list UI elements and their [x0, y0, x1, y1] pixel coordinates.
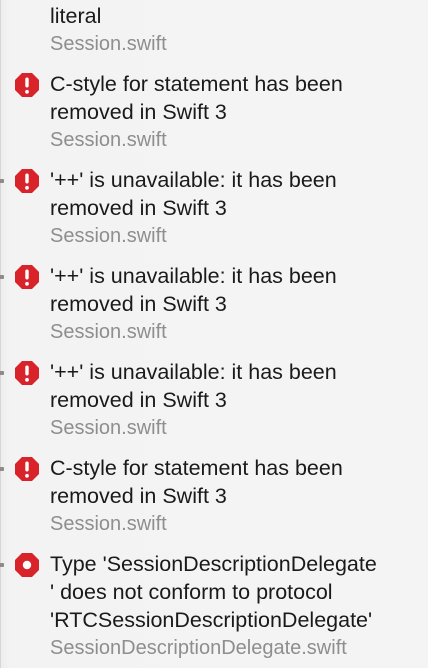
disclosure-marker-icon[interactable]: [0, 467, 4, 471]
issue-title: Type 'SessionDescriptionDelegate ' does …: [50, 552, 377, 632]
error-exclamation-icon: [14, 168, 40, 194]
issue-title: literal: [50, 4, 102, 28]
issue-file-name: Session.swift: [50, 225, 167, 247]
error-exclamation-icon: [14, 360, 40, 386]
issue-file-name: SessionDescriptionDelegate.swift: [50, 637, 347, 659]
disclosure-marker-icon[interactable]: [0, 179, 4, 183]
disclosure-marker-icon[interactable]: [0, 371, 4, 375]
disclosure-marker-icon[interactable]: [0, 275, 4, 279]
issue-file-name: Session.swift: [50, 129, 167, 151]
disclosure-marker-icon[interactable]: [0, 563, 4, 567]
issue-file-name: Session.swift: [50, 33, 167, 55]
error-exclamation-icon: [14, 264, 40, 290]
panel-edge-divider: [0, 0, 1, 668]
issue-title: '++' is unavailable: it has been removed…: [50, 168, 337, 220]
issue-title: '++' is unavailable: it has been removed…: [50, 360, 337, 412]
issue-file-name: Session.swift: [50, 321, 167, 343]
error-exclamation-icon: [14, 72, 40, 98]
issue-title: C-style for statement has been removed i…: [50, 456, 343, 508]
issue-file-name: Session.swift: [50, 417, 167, 439]
error-exclamation-icon: [14, 456, 40, 482]
error-octagon-icon: [14, 552, 40, 578]
issue-navigator-panel: literal Session.swift C-style for statem…: [0, 0, 428, 668]
issue-title: C-style for statement has been removed i…: [50, 72, 343, 124]
issue-title: '++' is unavailable: it has been removed…: [50, 264, 337, 316]
issue-file-name: Session.swift: [50, 513, 167, 535]
